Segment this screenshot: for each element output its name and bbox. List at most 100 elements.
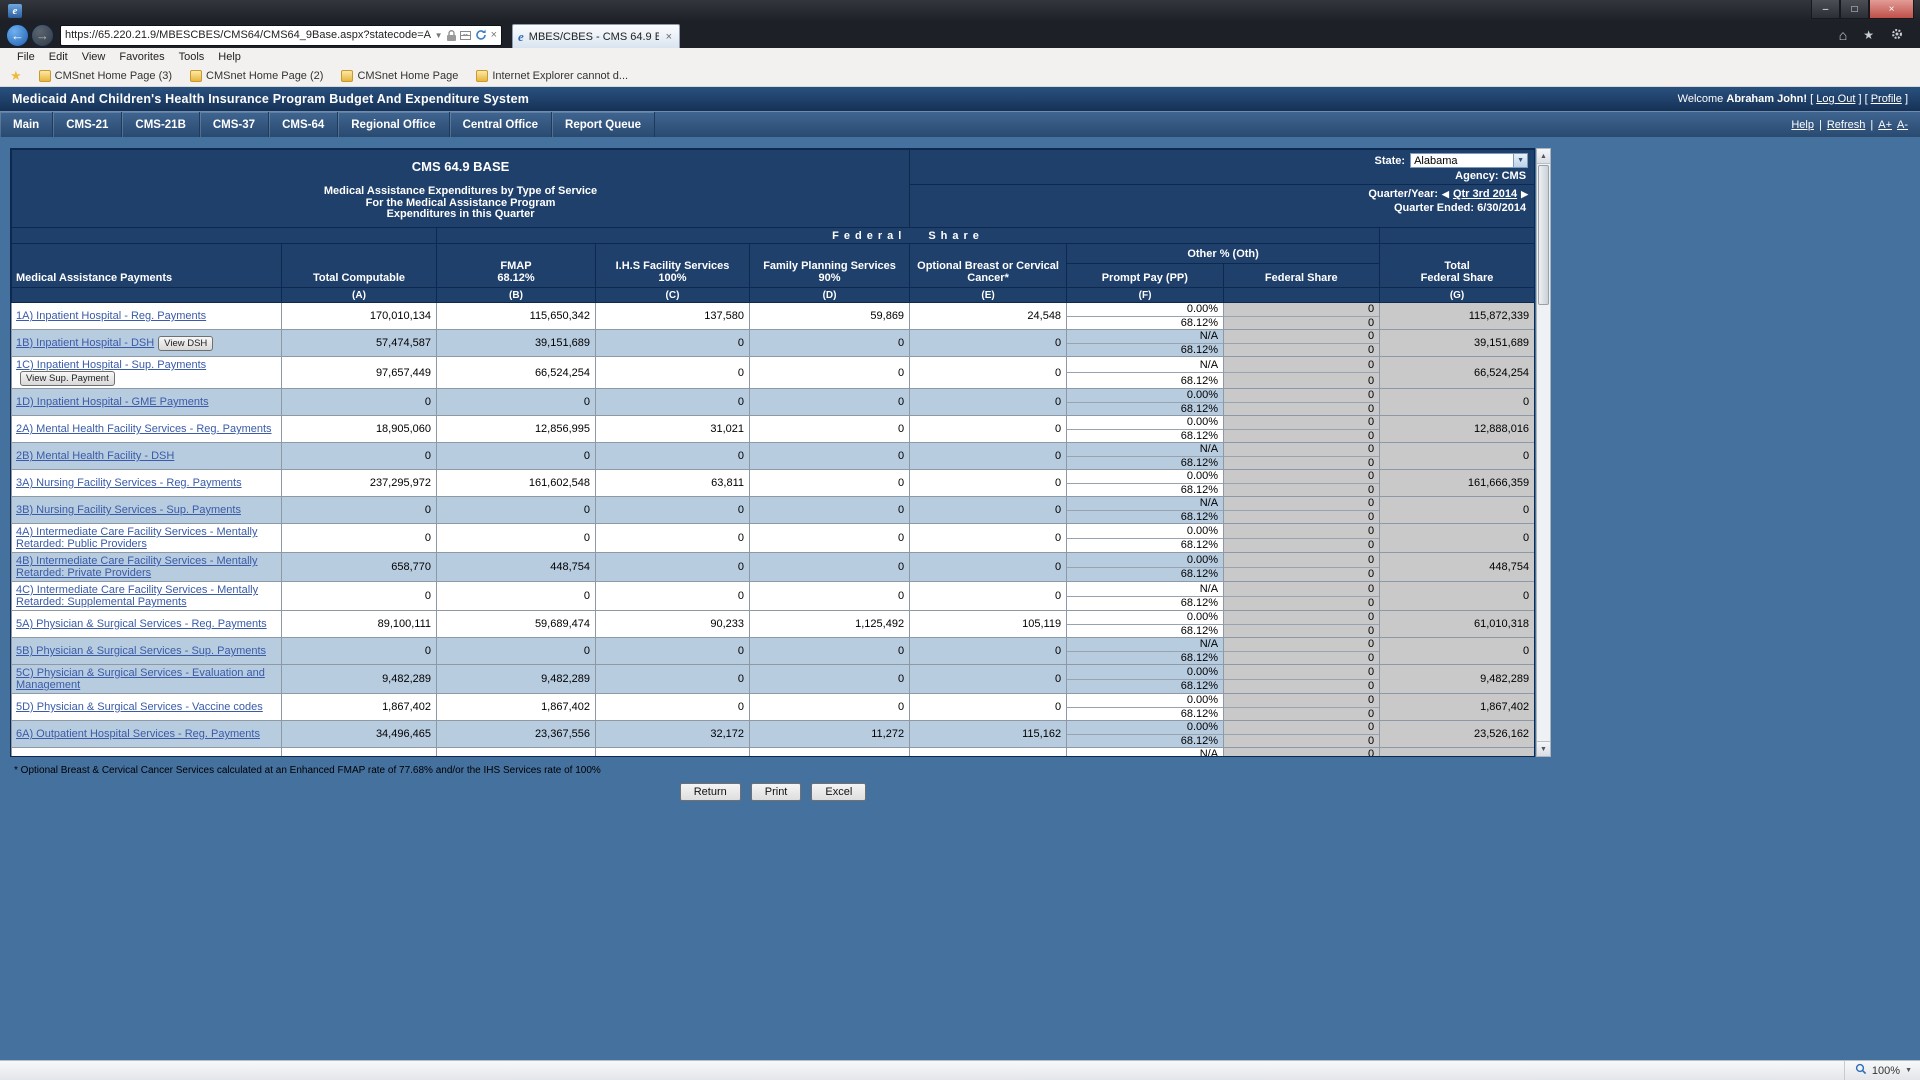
nav-tab-cms-21b[interactable]: CMS-21B: [122, 112, 199, 137]
nav-tab-cms-64[interactable]: CMS-64: [269, 112, 338, 137]
favorites-item[interactable]: Internet Explorer cannot d...: [467, 70, 637, 82]
nav-tab-central-office[interactable]: Central Office: [450, 112, 552, 137]
favorites-icon[interactable]: ★: [1863, 28, 1874, 42]
cell-f-other-pct: 0.00%68.12%: [1067, 470, 1224, 497]
cell-f-top: N/A: [1067, 330, 1223, 344]
close-tab-icon[interactable]: ×: [664, 31, 674, 43]
minimize-button[interactable]: –: [1811, 0, 1840, 19]
forward-button[interactable]: →: [31, 24, 54, 47]
favorites-star-icon[interactable]: ★: [8, 68, 30, 84]
col-header-text: 90%: [819, 272, 841, 284]
table-row: 1D) Inpatient Hospital - GME Payments000…: [12, 389, 1535, 416]
favorites-item[interactable]: CMSnet Home Page (3): [30, 70, 181, 82]
row-link[interactable]: 4B) Intermediate Care Facility Services …: [16, 555, 257, 579]
next-quarter-icon[interactable]: ▶: [1521, 189, 1528, 200]
state-label: State:: [1375, 155, 1406, 167]
refresh-icon[interactable]: [475, 29, 487, 41]
state-select[interactable]: Alabama ▼: [1410, 153, 1528, 168]
col-header-text: FMAP: [500, 260, 531, 272]
row-link[interactable]: 5C) Physician & Surgical Services - Eval…: [16, 667, 265, 691]
excel-button[interactable]: Excel: [811, 783, 866, 801]
nav-tab-report-queue[interactable]: Report Queue: [552, 112, 655, 137]
menu-tools[interactable]: Tools: [172, 50, 212, 64]
table-row: 2B) Mental Health Facility - DSH00000N/A…: [12, 443, 1535, 470]
help-link[interactable]: Help: [1791, 119, 1814, 131]
cell-g: 0: [1380, 582, 1535, 611]
favorites-item[interactable]: CMSnet Home Page (2): [181, 70, 332, 82]
gear-icon[interactable]: [1890, 27, 1904, 44]
return-button[interactable]: Return: [680, 783, 741, 801]
nav-tab-cms-37[interactable]: CMS-37: [200, 112, 269, 137]
address-bar[interactable]: https://65.220.21.9/MBESCBES/CMS64/CMS64…: [60, 25, 502, 46]
row-link[interactable]: 2A) Mental Health Facility Services - Re…: [16, 423, 272, 435]
print-button[interactable]: Print: [751, 783, 802, 801]
row-link[interactable]: 3A) Nursing Facility Services - Reg. Pay…: [16, 477, 242, 489]
logout-link[interactable]: Log Out: [1816, 93, 1855, 105]
row-link[interactable]: 6B) Outpatient Hospital Services - Sup. …: [16, 755, 259, 757]
search-dropdown-icon[interactable]: ▼: [435, 31, 443, 40]
row-link[interactable]: 4A) Intermediate Care Facility Services …: [16, 526, 257, 550]
row-link[interactable]: 2B) Mental Health Facility - DSH: [16, 450, 174, 462]
scroll-down-icon[interactable]: ▼: [1537, 741, 1550, 756]
col-header-c: I.H.S Facility Services100%: [596, 244, 750, 288]
row-link[interactable]: 6A) Outpatient Hospital Services - Reg. …: [16, 728, 260, 740]
cell-f-bottom: 68.12%: [1067, 652, 1223, 665]
col-header-text: Family Planning Services: [763, 260, 896, 272]
table-row: 1C) Inpatient Hospital - Sup. PaymentsVi…: [12, 357, 1535, 389]
nav-tab-regional-office[interactable]: Regional Office: [338, 112, 449, 137]
cell-d: 0: [750, 665, 910, 694]
favicon-icon: [190, 70, 202, 82]
row-action-button[interactable]: View Sup. Payment: [20, 371, 115, 386]
cell-fs-bottom: 0: [1224, 317, 1379, 330]
profile-link[interactable]: Profile: [1871, 93, 1902, 105]
row-action-button[interactable]: View DSH: [158, 336, 213, 351]
menu-help[interactable]: Help: [211, 50, 248, 64]
app-header: Medicaid And Children's Health Insurance…: [0, 87, 1920, 111]
stop-icon[interactable]: ×: [491, 29, 497, 41]
menu-view[interactable]: View: [75, 50, 113, 64]
row-label-cell: 6B) Outpatient Hospital Services - Sup. …: [12, 748, 282, 758]
prev-quarter-icon[interactable]: ◀: [1442, 189, 1449, 200]
menu-favorites[interactable]: Favorites: [112, 50, 171, 64]
row-link[interactable]: 1A) Inpatient Hospital - Reg. Payments: [16, 310, 206, 322]
close-button[interactable]: ×: [1869, 0, 1914, 19]
row-link[interactable]: 5D) Physician & Surgical Services - Vacc…: [16, 701, 263, 713]
cell-f-bottom: 68.12%: [1067, 568, 1223, 582]
row-link[interactable]: 3B) Nursing Facility Services - Sup. Pay…: [16, 504, 241, 516]
row-link[interactable]: 5A) Physician & Surgical Services - Reg.…: [16, 618, 267, 630]
home-icon[interactable]: ⌂: [1839, 27, 1847, 43]
row-link[interactable]: 4C) Intermediate Care Facility Services …: [16, 584, 258, 608]
refresh-link[interactable]: Refresh: [1827, 119, 1866, 131]
table-row: 5A) Physician & Surgical Services - Reg.…: [12, 611, 1535, 638]
favorites-item[interactable]: CMSnet Home Page: [332, 70, 467, 82]
maximize-button[interactable]: □: [1840, 0, 1869, 19]
main-nav: MainCMS-21CMS-21BCMS-37CMS-64Regional Of…: [0, 111, 1920, 137]
scroll-up-icon[interactable]: ▲: [1537, 149, 1550, 164]
menu-file[interactable]: File: [10, 50, 42, 64]
browser-tab[interactable]: e MBES/CBES - CMS 64.9 Base ×: [512, 24, 680, 48]
font-increase-link[interactable]: A+: [1878, 119, 1892, 131]
cell-f-other-pct: 0.00%68.12%: [1067, 524, 1224, 553]
row-link[interactable]: 1C) Inpatient Hospital - Sup. Payments: [16, 359, 206, 371]
cell-fs-top: 0: [1224, 443, 1379, 457]
zoom-control[interactable]: 100% ▼: [1844, 1061, 1912, 1080]
compatibility-view-icon[interactable]: [460, 30, 471, 41]
cell-fs-top: 0: [1224, 303, 1379, 317]
row-link[interactable]: 1B) Inpatient Hospital - DSH: [16, 337, 154, 349]
row-link[interactable]: 1D) Inpatient Hospital - GME Payments: [16, 396, 209, 408]
back-button[interactable]: ←: [6, 24, 29, 47]
cell-f-bottom: 68.12%: [1067, 625, 1223, 638]
nav-tab-main[interactable]: Main: [0, 112, 53, 137]
cell-fs-bottom: 0: [1224, 597, 1379, 611]
menu-edit[interactable]: Edit: [42, 50, 75, 64]
cell-fs-bottom: 0: [1224, 511, 1379, 524]
cell-a: 57,474,587: [282, 330, 437, 357]
nav-tab-cms-21[interactable]: CMS-21: [53, 112, 122, 137]
cell-f-other-pct: N/A68.12%: [1067, 330, 1224, 357]
table-scrollbar[interactable]: ▲ ▼: [1536, 148, 1551, 757]
row-link[interactable]: 5B) Physician & Surgical Services - Sup.…: [16, 645, 266, 657]
url-text[interactable]: https://65.220.21.9/MBESCBES/CMS64/CMS64…: [65, 29, 431, 41]
scrollbar-thumb[interactable]: [1538, 165, 1549, 305]
quarter-link[interactable]: Qtr 3rd 2014: [1453, 188, 1517, 200]
font-decrease-link[interactable]: A-: [1897, 119, 1908, 131]
